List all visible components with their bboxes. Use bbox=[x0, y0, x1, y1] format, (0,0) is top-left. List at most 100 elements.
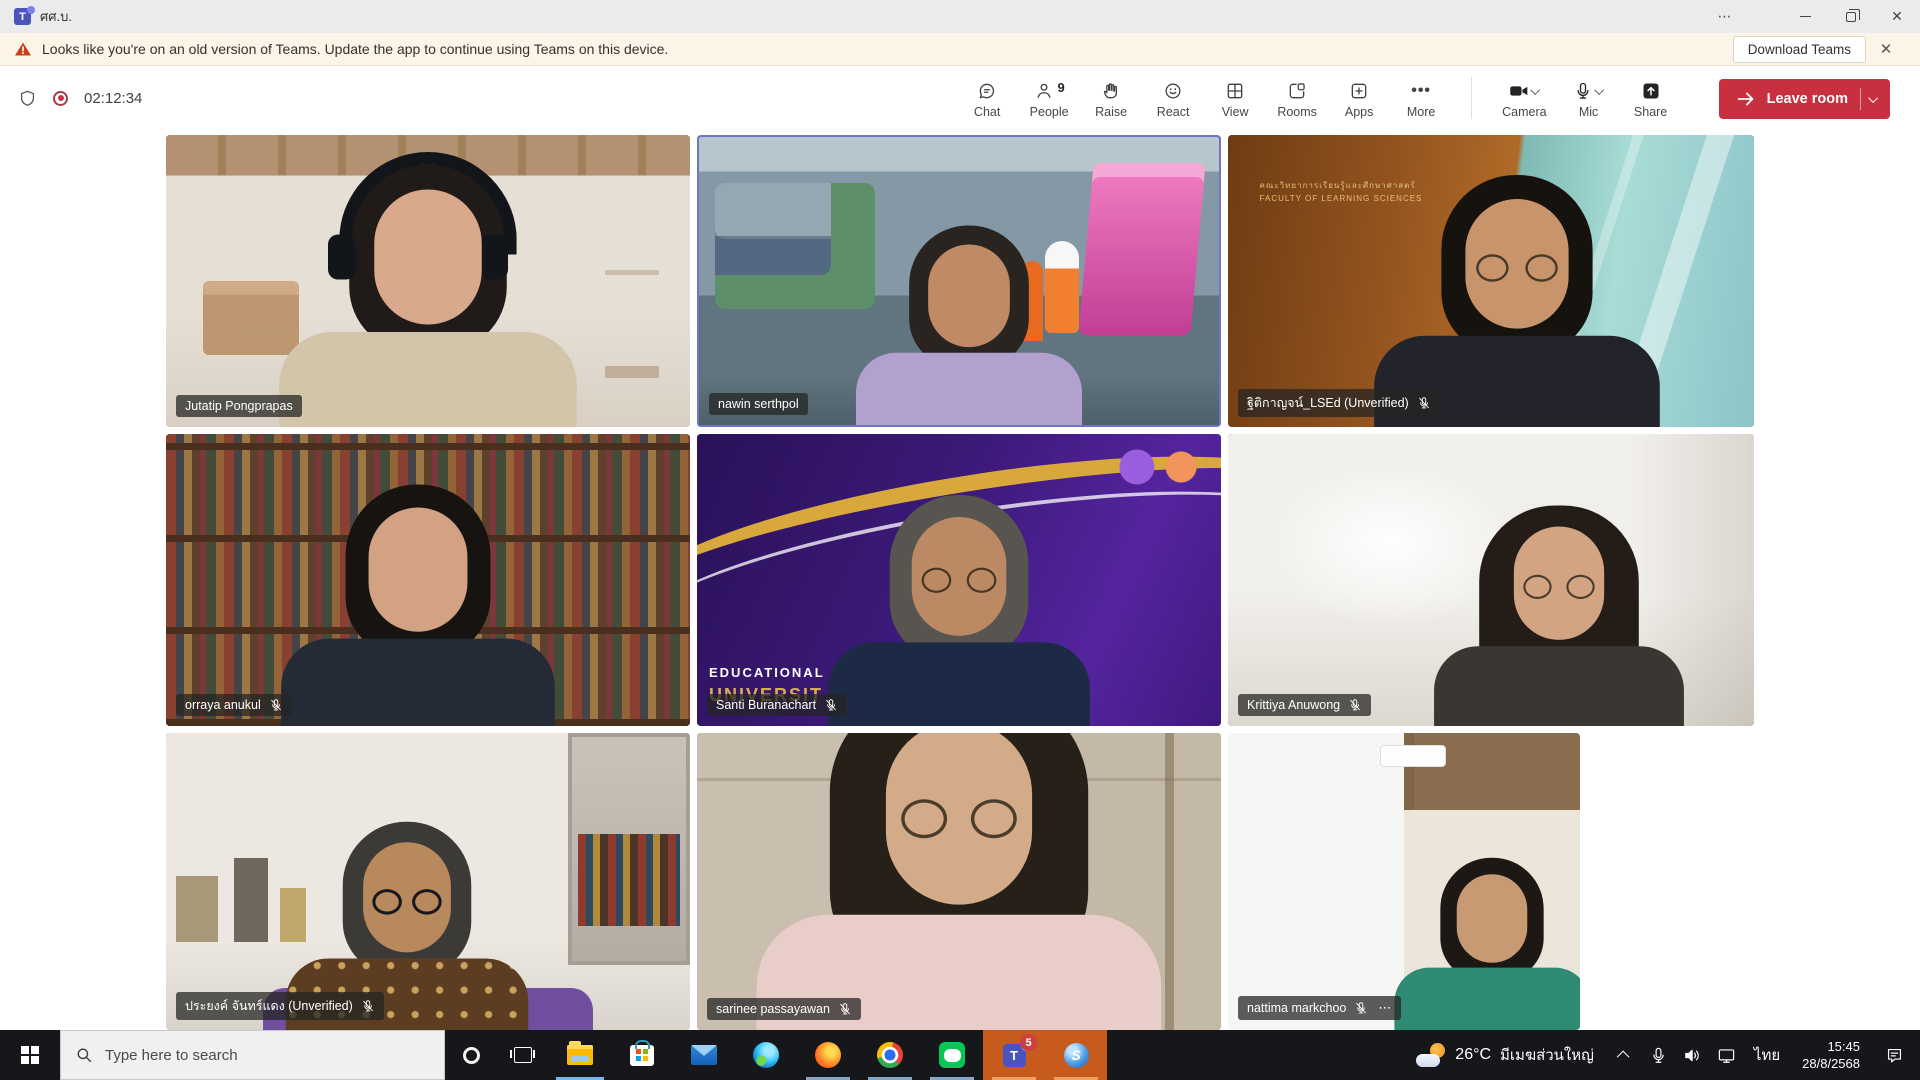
cortana-icon bbox=[463, 1047, 480, 1064]
weather-temperature: 26°C bbox=[1455, 1046, 1491, 1064]
video-tile-santi[interactable]: EDUCATIONAL A UNIVERSIT Santi Buranachar… bbox=[697, 434, 1221, 726]
edge-icon bbox=[753, 1042, 779, 1068]
cortana-button[interactable] bbox=[445, 1030, 497, 1080]
scene-decoration bbox=[1380, 745, 1446, 767]
camera-button[interactable]: Camera bbox=[1502, 80, 1546, 119]
minimize-icon bbox=[1800, 16, 1811, 17]
tray-microphone-button[interactable] bbox=[1642, 1046, 1676, 1065]
taskbar-line[interactable] bbox=[921, 1030, 983, 1080]
tray-date: 28/8/2568 bbox=[1802, 1055, 1860, 1072]
rooms-button[interactable]: Rooms bbox=[1277, 80, 1317, 119]
apps-button[interactable]: Apps bbox=[1339, 80, 1379, 119]
chat-button[interactable]: Chat bbox=[967, 80, 1007, 119]
mic-options-chevron-icon[interactable] bbox=[1594, 85, 1604, 95]
scene-decoration bbox=[1079, 163, 1206, 335]
taskbar-mail[interactable] bbox=[673, 1030, 735, 1080]
toolbar-divider bbox=[1471, 77, 1472, 119]
clock[interactable]: 15:45 28/8/2568 bbox=[1790, 1038, 1872, 1072]
scene-decoration bbox=[605, 258, 659, 378]
taskbar-edge[interactable] bbox=[735, 1030, 797, 1080]
video-tile-thitikan[interactable]: คณะวิทยาการเรียนรู้และศึกษาศาสตร์ FACULT… bbox=[1228, 135, 1754, 427]
store-icon bbox=[630, 1045, 654, 1066]
mic-icon bbox=[1573, 81, 1593, 101]
window-more-button[interactable]: ⋯ bbox=[1702, 0, 1748, 33]
camera-icon bbox=[1509, 81, 1529, 101]
background-banner-text: EDUCATIONAL A bbox=[709, 665, 841, 680]
volume-button[interactable] bbox=[1676, 1046, 1710, 1065]
sun-cloud-weather-icon bbox=[1416, 1043, 1446, 1067]
video-tile-jutatip[interactable]: Jutatip Pongprapas bbox=[166, 135, 690, 427]
share-button[interactable]: Share bbox=[1631, 80, 1671, 119]
taskbar-teams[interactable]: 5 bbox=[983, 1030, 1045, 1080]
leave-options-chevron-icon[interactable] bbox=[1868, 93, 1878, 103]
video-grid: Jutatip Pongprapas nawin serthpol คณะวิท… bbox=[166, 135, 1754, 1030]
people-button[interactable]: 9 People bbox=[1029, 80, 1069, 119]
participant-name: nattima markchoo bbox=[1247, 1001, 1346, 1015]
search-input[interactable] bbox=[105, 1031, 444, 1079]
mic-muted-icon bbox=[361, 999, 375, 1013]
microphone-icon bbox=[1649, 1046, 1668, 1065]
tile-more-options-button[interactable]: ⋯ bbox=[1378, 1000, 1392, 1016]
video-tile-orraya[interactable]: orraya anukul bbox=[166, 434, 690, 726]
window-restore-button[interactable] bbox=[1828, 0, 1874, 33]
banner-close-button[interactable]: ✕ bbox=[1866, 40, 1906, 58]
skype-icon bbox=[1064, 1043, 1089, 1068]
taskbar-search[interactable] bbox=[60, 1030, 445, 1080]
participant-name-chip: Santi Buranachart bbox=[707, 694, 847, 716]
window-minimize-button[interactable] bbox=[1782, 0, 1828, 33]
participant-name-chip: orraya anukul bbox=[176, 694, 292, 716]
participant-name-chip: Jutatip Pongprapas bbox=[176, 395, 302, 417]
event-logos bbox=[1113, 446, 1205, 488]
more-actions-button[interactable]: ••• More bbox=[1401, 80, 1441, 119]
leave-room-button[interactable]: Leave room bbox=[1719, 79, 1890, 119]
participant-video: คณะวิทยาการเรียนรู้และศึกษาศาสตร์ FACULT… bbox=[1228, 135, 1754, 427]
file-explorer-icon bbox=[567, 1045, 593, 1065]
video-tile-prayong[interactable]: ประยงค์ จันทร์แดง (Unverified) bbox=[166, 733, 690, 1030]
mic-button[interactable]: Mic bbox=[1569, 80, 1609, 119]
update-banner-message: Looks like you're on an old version of T… bbox=[42, 41, 668, 57]
taskbar-skype[interactable] bbox=[1045, 1030, 1107, 1080]
video-tile-krittiya[interactable]: Krittiya Anuwong bbox=[1228, 434, 1754, 726]
network-display-button[interactable] bbox=[1710, 1046, 1744, 1065]
taskbar-firefox[interactable] bbox=[797, 1030, 859, 1080]
taskbar-microsoft-store[interactable] bbox=[611, 1030, 673, 1080]
meeting-toolbar: 02:12:34 Chat 9 People Raise React View bbox=[0, 66, 1920, 130]
task-view-button[interactable] bbox=[497, 1030, 549, 1080]
participant-video bbox=[1228, 733, 1580, 1030]
search-icon bbox=[75, 1046, 93, 1064]
video-tile-nawin-speaking[interactable]: nawin serthpol bbox=[697, 135, 1221, 427]
view-button[interactable]: View bbox=[1215, 80, 1255, 119]
line-app-icon bbox=[939, 1042, 965, 1068]
participant-video bbox=[1228, 434, 1754, 726]
participant-name: Santi Buranachart bbox=[716, 698, 816, 712]
raise-hand-icon bbox=[1101, 81, 1121, 101]
mic-muted-icon bbox=[269, 698, 283, 712]
person-silhouette bbox=[755, 733, 1163, 1030]
window-titlebar: ศศ.บ. ⋯ ✕ bbox=[0, 0, 1920, 33]
download-teams-button[interactable]: Download Teams bbox=[1733, 36, 1866, 63]
participant-name-chip: ประยงค์ จันทร์แดง (Unverified) bbox=[176, 992, 384, 1020]
taskbar-file-explorer[interactable] bbox=[549, 1030, 611, 1080]
chrome-icon bbox=[877, 1042, 903, 1068]
camera-options-chevron-icon[interactable] bbox=[1530, 85, 1540, 95]
firefox-icon bbox=[815, 1042, 841, 1068]
raise-hand-button[interactable]: Raise bbox=[1091, 80, 1131, 119]
language-indicator[interactable]: ไทย bbox=[1744, 1043, 1790, 1067]
show-hidden-icons-button[interactable] bbox=[1608, 1051, 1642, 1060]
meeting-security-shield-icon[interactable] bbox=[18, 88, 37, 109]
task-view-icon bbox=[514, 1047, 532, 1063]
participant-name-chip: Krittiya Anuwong bbox=[1238, 694, 1371, 716]
participant-name: ประยงค์ จันทร์แดง (Unverified) bbox=[185, 996, 353, 1016]
window-close-button[interactable]: ✕ bbox=[1874, 0, 1920, 33]
react-smiley-icon bbox=[1163, 81, 1183, 101]
video-tile-sarinee[interactable]: sarinee passayawan bbox=[697, 733, 1221, 1030]
video-tile-nattima[interactable]: nattima markchoo ⋯ bbox=[1228, 733, 1580, 1030]
start-button[interactable] bbox=[0, 1030, 60, 1080]
person-silhouette bbox=[278, 165, 578, 428]
participant-video bbox=[699, 137, 1219, 425]
taskbar-chrome[interactable] bbox=[859, 1030, 921, 1080]
react-button[interactable]: React bbox=[1153, 80, 1193, 119]
weather-widget[interactable]: 26°C มีเมฆส่วนใหญ่ bbox=[1402, 1043, 1608, 1067]
update-banner: Looks like you're on an old version of T… bbox=[0, 33, 1920, 66]
action-center-button[interactable] bbox=[1872, 1046, 1916, 1065]
